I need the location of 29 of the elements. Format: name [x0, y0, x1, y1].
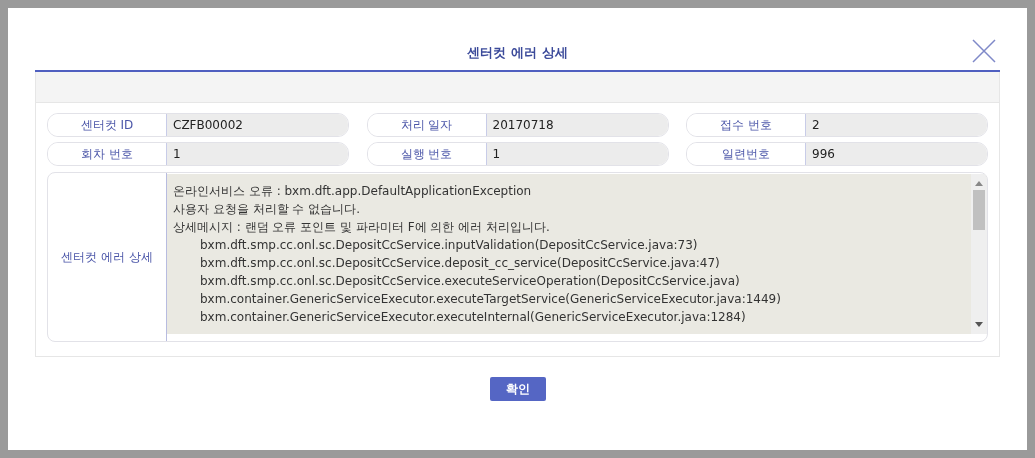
field-value: 1	[486, 143, 668, 165]
field-label: 실행 번호	[367, 143, 487, 165]
stack-trace-line: bxm.container.GenericServiceExecutor.executeTargetService(GenericServiceExecutor.java:1449)	[199, 291, 782, 308]
scroll-up-icon[interactable]	[975, 180, 983, 186]
error-text-area[interactable]	[167, 174, 987, 334]
stack-trace-line: bxm.container.GenericServiceExecutor.executeInternal(GenericServiceExecutor.java:1284)	[199, 309, 747, 326]
scroll-down-icon[interactable]	[975, 322, 983, 328]
scrollbar[interactable]	[971, 174, 987, 334]
field-label: 센터컷 ID	[48, 114, 167, 136]
field-value: 20170718	[486, 114, 668, 136]
error-message-line: 온라인서비스 오류 : bxm.dft.app.DefaultApplicationException	[173, 183, 533, 200]
error-message-line: 상세메시지 : 랜덤 오류 포인트 및 파라미터 F에 의한 에러 처리입니다.	[173, 219, 551, 236]
stack-trace-line: bxm.dft.smp.cc.onl.sc.DepositCcService.inputValidation(DepositCcService.java:73)	[199, 237, 699, 254]
field-value: CZFB00002	[167, 114, 348, 136]
field-label: 처리 일자	[367, 114, 487, 136]
field-label: 일련번호	[687, 143, 806, 165]
field-label: 회차 번호	[48, 143, 167, 165]
close-button[interactable]	[971, 38, 997, 64]
stack-trace-line: bxm.dft.smp.cc.onl.sc.DepositCcService.executeServiceOperation(DepositCcService.java)	[199, 273, 741, 290]
close-icon	[971, 38, 997, 64]
field-value: 1	[167, 143, 348, 165]
scrollbar-thumb[interactable]	[973, 190, 985, 230]
field-label: 접수 번호	[687, 114, 806, 136]
field-value: 2	[806, 114, 987, 136]
stack-trace-line: bxm.dft.smp.cc.onl.sc.DepositCcService.deposit_cc_service(DepositCcService.java:47)	[199, 255, 721, 272]
field-value: 996	[806, 143, 987, 165]
confirm-button[interactable]: 확인	[489, 377, 546, 401]
error-message-line: 사용자 요청을 처리할 수 없습니다.	[173, 201, 362, 218]
dialog-title: 센터컷 에러 상세	[467, 44, 568, 62]
